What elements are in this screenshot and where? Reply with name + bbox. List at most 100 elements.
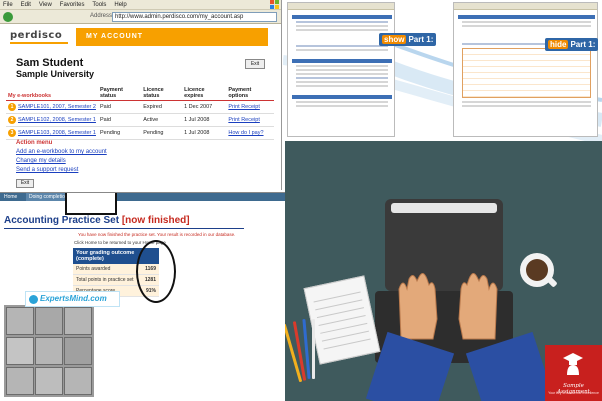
laptop-illustration: Sample Assignment Your key to academic e… <box>285 141 602 401</box>
graduate-icon <box>563 353 583 375</box>
support-request-link[interactable]: Send a support request <box>16 167 78 173</box>
address-bar[interactable]: http://www.admin.perdisco.com/my_account… <box>112 12 277 22</box>
brand-tagline: Your key to academic excellence <box>548 391 599 395</box>
menu-favorites[interactable]: Favorites <box>57 0 88 10</box>
text-line <box>296 81 388 83</box>
logo-underline <box>10 42 68 44</box>
grade-label: Total points in practice set <box>76 277 134 283</box>
university-name: Sample University <box>16 69 95 79</box>
text-line <box>296 45 388 47</box>
expires-cell: 1 Jul 2008 <box>182 126 227 140</box>
puzzle-piece <box>6 307 34 335</box>
laptop-screen-strip <box>391 203 497 213</box>
puzzle-piece <box>6 337 34 365</box>
print-receipt-link[interactable]: Print Receipt <box>226 113 274 127</box>
row-number-badge: 2 <box>8 116 16 124</box>
workbook-cell: 3 SAMPLE103, 2008, Semester 1 <box>6 126 98 140</box>
text-line <box>296 73 388 75</box>
col-payment-status: Payment status <box>97 86 142 101</box>
panel-content <box>292 15 392 109</box>
student-name: Sam Student <box>16 57 84 69</box>
text-line <box>462 21 591 23</box>
pencil-icon <box>312 319 315 379</box>
nav-home[interactable]: Home <box>4 193 17 201</box>
workbook-cell: 2 SAMPLE102, 2008, Semester 1 <box>6 113 98 127</box>
menu-view[interactable]: View <box>36 0 55 10</box>
text-line <box>296 21 388 23</box>
watermark-text: ExpertsMind.com <box>40 294 107 303</box>
col-licence-expires: Licence expires <box>182 86 227 101</box>
hide-part-toggle[interactable]: hide Part 1: <box>545 38 599 51</box>
menu-edit[interactable]: Edit <box>18 0 34 10</box>
panel-heading-bar <box>292 15 392 19</box>
workbook-table: My e-workbooks Payment status Licence st… <box>6 86 274 140</box>
menu-help[interactable]: Help <box>111 0 129 10</box>
show-tag: show <box>382 35 407 44</box>
workbook-link[interactable]: SAMPLE101, 2007, Semester 2 <box>18 104 96 110</box>
browser-window: File Edit View Favorites Tools Help Addr… <box>0 0 282 190</box>
practice-title: Accounting Practice Set [now finished] <box>4 215 190 226</box>
notepad-line <box>323 338 371 350</box>
col-workbooks: My e-workbooks <box>6 86 98 101</box>
table-row: 1 SAMPLE101, 2007, Semester 2 Paid Expire… <box>6 100 274 114</box>
text-line <box>296 77 388 79</box>
window-titlebar <box>454 3 597 10</box>
show-part-toggle[interactable]: show Part 1: <box>379 33 437 46</box>
menu-tools[interactable]: Tools <box>89 0 109 10</box>
table-header-row: My e-workbooks Payment status Licence st… <box>6 86 274 101</box>
typing-hands-icon <box>398 273 498 340</box>
puzzle-piece <box>64 307 92 335</box>
browser-toolbar: Address http://www.admin.perdisco.com/my… <box>0 10 281 24</box>
text-line <box>296 85 388 87</box>
row-number-badge: 1 <box>8 103 16 111</box>
show-hide-panels: show Part 1: hide Part 1: <box>283 0 602 141</box>
puzzle-piece <box>35 337 63 365</box>
text-line <box>296 49 388 51</box>
puzzle-piece <box>6 367 34 395</box>
expires-cell: 1 Jul 2008 <box>182 113 227 127</box>
panel-window-right <box>453 2 598 137</box>
text-line <box>296 69 388 71</box>
col-licence-status: Licence status <box>141 86 183 101</box>
action-menu-title: Action menu <box>16 140 53 146</box>
notepad <box>303 275 381 365</box>
hide-tag: hide <box>548 40 569 49</box>
window-titlebar <box>288 3 394 10</box>
expires-cell: 1 Dec 2007 <box>182 100 227 114</box>
payment-cell: Paid <box>97 100 142 114</box>
perdisco-logo[interactable]: perdisco <box>10 30 62 41</box>
panel-heading-bar <box>292 95 392 99</box>
highlight-ellipse <box>136 240 176 303</box>
print-receipt-link[interactable]: Print Receipt <box>226 100 274 114</box>
practice-set-page: Home Doing completion Accounting Practic… <box>0 192 285 401</box>
finished-status: [now finished] <box>121 215 190 226</box>
text-line <box>462 101 591 103</box>
expertsmind-watermark: ExpertsMind.com <box>25 291 120 307</box>
text-line <box>462 25 591 27</box>
workbook-link[interactable]: SAMPLE102, 2008, Semester 1 <box>18 117 96 123</box>
panel-heading-bar <box>292 59 392 63</box>
how-to-pay-link[interactable]: How do I pay? <box>226 126 274 140</box>
change-details-link[interactable]: Change my details <box>16 158 66 164</box>
add-workbook-link[interactable]: Add an e-workbook to my account <box>16 149 107 155</box>
workbook-link[interactable]: SAMPLE103, 2008, Semester 1 <box>18 130 96 136</box>
finished-message: You have now finished the practice set. … <box>78 232 236 237</box>
puzzle-image <box>4 305 94 397</box>
section-banner: MY ACCOUNT <box>76 28 268 46</box>
nav-doing-completion[interactable]: Doing completion <box>26 193 71 201</box>
back-button[interactable] <box>3 12 13 22</box>
practice-nav: Home Doing completion <box>0 193 285 201</box>
workbook-cell: 1 SAMPLE101, 2007, Semester 2 <box>6 100 98 114</box>
puzzle-piece <box>64 337 92 365</box>
exit-button[interactable]: Exit <box>245 59 265 69</box>
licence-cell: Expired <box>141 100 183 114</box>
puzzle-piece <box>64 367 92 395</box>
exit-button-bottom[interactable]: Exit <box>16 179 34 188</box>
table-row: 3 SAMPLE103, 2008, Semester 1 Pending Pen… <box>6 126 274 140</box>
practice-title-text: Accounting Practice Set <box>4 215 120 226</box>
row-number-badge: 3 <box>8 129 16 137</box>
menu-file[interactable]: File <box>0 0 16 10</box>
puzzle-piece <box>35 307 63 335</box>
grade-label: Points awarded <box>76 266 111 272</box>
hide-part-label: Part 1: <box>570 40 596 49</box>
